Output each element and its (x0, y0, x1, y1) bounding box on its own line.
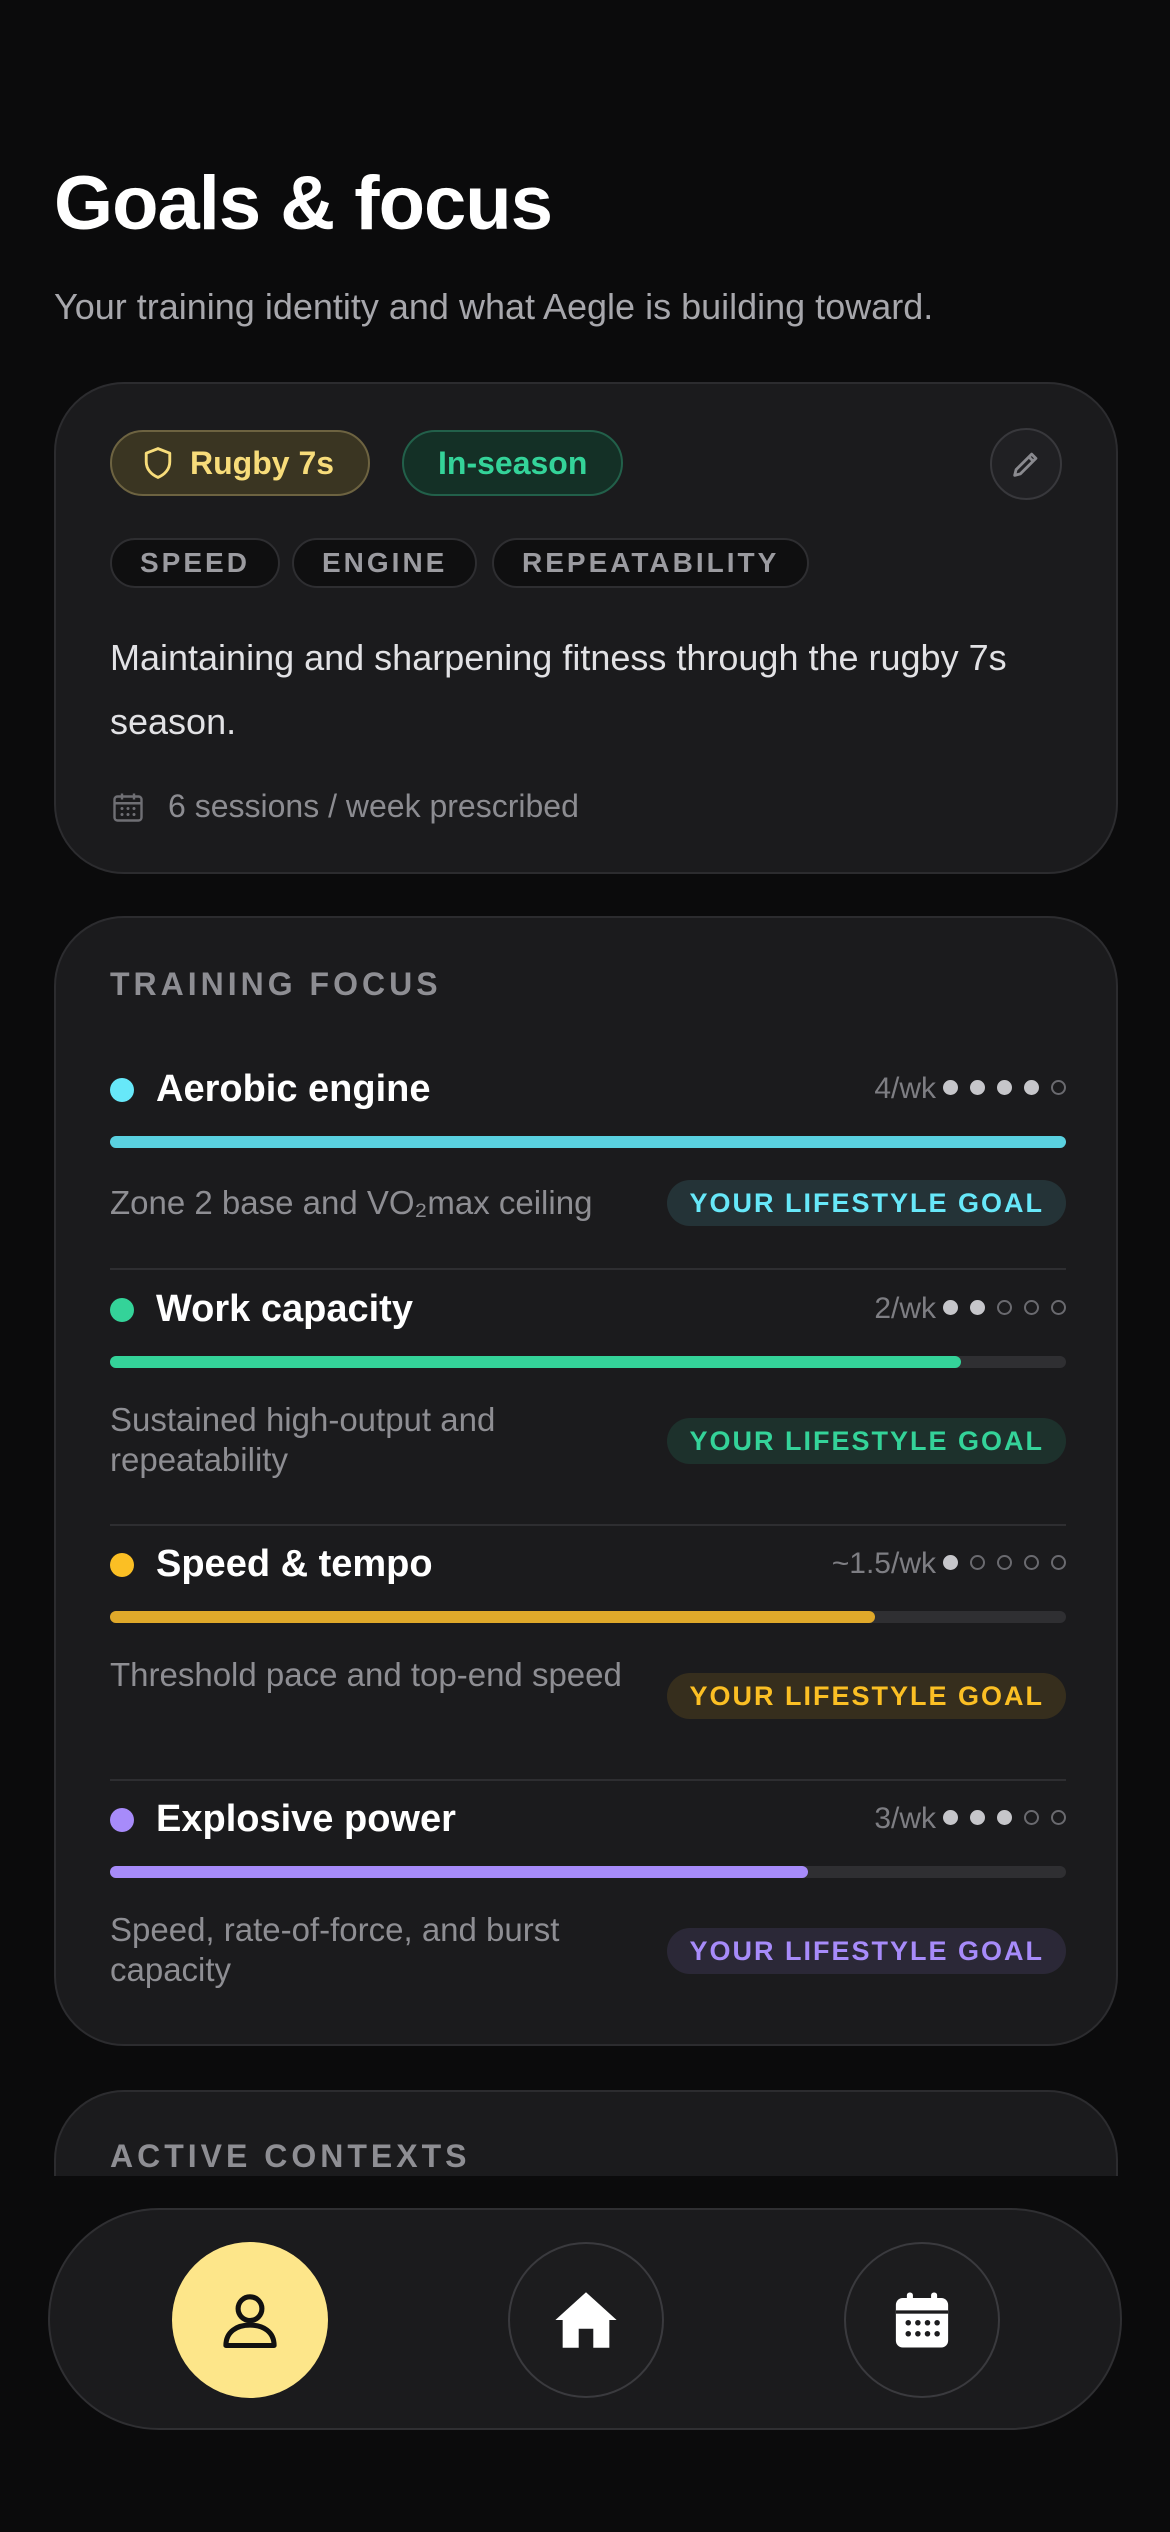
home-icon (555, 2292, 617, 2348)
focus-frequency: 4/wk (874, 1072, 936, 1105)
frequency-pip (1024, 1080, 1039, 1095)
frequency-pip (997, 1555, 1012, 1570)
identity-description: Maintaining and sharpening fitness throu… (110, 637, 1007, 742)
page-title: Goals & focus (54, 161, 553, 246)
frequency-pip (970, 1080, 985, 1095)
status-dot (110, 1298, 134, 1322)
progress-fill (110, 1611, 875, 1623)
focus-name: Speed & tempo (156, 1543, 433, 1585)
frequency-pip (1024, 1810, 1039, 1825)
person-icon (223, 2294, 277, 2349)
status-dot (110, 1078, 134, 1102)
pencil-icon (1013, 452, 1038, 477)
page-subtitle: Your training identity and what Aegle is… (54, 286, 934, 327)
focus-item-explosive-power[interactable]: Explosive power 3/wk Speed, rate-of-forc… (110, 1798, 1066, 1998)
focus-description: Zone 2 base and VO₂max ceiling (110, 1184, 593, 1221)
focus-name: Work capacity (156, 1288, 413, 1330)
focus-frequency: ~1.5/wk (831, 1547, 936, 1580)
focus-description: Threshold pace and top-end speed (110, 1656, 622, 1693)
frequency-pip (970, 1810, 985, 1825)
focus-item-speed-tempo[interactable]: Speed & tempo ~1.5/wk Threshold pace and… (110, 1543, 1066, 1781)
section-label: ACTIVE CONTEXTS (110, 2138, 471, 2174)
identity-card: Rugby 7s In-season SPEED ENGINE REPEATAB… (54, 382, 1118, 874)
lifestyle-goal-badge: YOUR LIFESTYLE GOAL (667, 1180, 1066, 1226)
frequency-pip (970, 1555, 985, 1570)
progress-fill (110, 1136, 1066, 1148)
progress-bar (110, 1136, 1066, 1148)
frequency-pip (1051, 1810, 1066, 1825)
lifestyle-goal-badge: YOUR LIFESTYLE GOAL (667, 1418, 1066, 1464)
lifestyle-goal-badge: YOUR LIFESTYLE GOAL (667, 1673, 1066, 1719)
sessions-text: 6 sessions / week prescribed (168, 788, 579, 824)
tag-speed: SPEED (110, 538, 280, 588)
focus-frequency: 3/wk (874, 1802, 936, 1835)
phase-label: In-season (438, 444, 588, 481)
frequency-pip (1051, 1080, 1066, 1095)
divider (110, 1268, 1066, 1270)
frequency-pips (931, 1080, 1066, 1095)
frequency-pips (931, 1555, 1066, 1570)
frequency-pip (943, 1810, 958, 1825)
focus-item-aerobic-engine[interactable]: Aerobic engine 4/wk Zone 2 base and VO₂m… (110, 1068, 1066, 1270)
frequency-pip (1024, 1555, 1039, 1570)
focus-description: Sustained high-output and repeatability (110, 1401, 496, 1478)
frequency-pip (1024, 1300, 1039, 1315)
training-focus-card: TRAINING FOCUS Aerobic engine 4/wk Zone … (54, 916, 1118, 2046)
frequency-pip (997, 1300, 1012, 1315)
progress-bar (110, 1611, 1066, 1623)
progress-bar (110, 1866, 1066, 1878)
bottom-nav (48, 2208, 1122, 2430)
frequency-pip (997, 1080, 1012, 1095)
nav-home-button[interactable] (508, 2242, 664, 2398)
progress-fill (110, 1866, 808, 1878)
tag-engine: ENGINE (292, 538, 478, 588)
calendar-icon (895, 2292, 949, 2348)
status-dot (110, 1808, 134, 1832)
frequency-pip (970, 1300, 985, 1315)
lifestyle-goal-badge: YOUR LIFESTYLE GOAL (667, 1928, 1066, 1974)
frequency-pip (997, 1810, 1012, 1825)
frequency-pip (943, 1300, 958, 1315)
frequency-pips (931, 1810, 1066, 1825)
divider (110, 1524, 1066, 1526)
sessions-row: 6 sessions / week prescribed (110, 788, 579, 825)
tag-repeatability: REPEATABILITY (492, 538, 810, 588)
calendar-icon (113, 793, 143, 822)
frequency-pips (931, 1300, 1066, 1315)
progress-bar (110, 1356, 1066, 1368)
sport-label: Rugby 7s (190, 444, 335, 481)
focus-item-work-capacity[interactable]: Work capacity 2/wk Sustained high-output… (110, 1288, 1066, 1526)
shield-icon (144, 447, 172, 479)
focus-frequency: 2/wk (874, 1292, 936, 1325)
focus-name: Explosive power (156, 1798, 456, 1840)
frequency-pip (943, 1555, 958, 1570)
nav-calendar-button[interactable] (844, 2242, 1000, 2398)
section-label: TRAINING FOCUS (110, 966, 442, 1002)
progress-fill (110, 1356, 961, 1368)
nav-profile-button[interactable] (172, 2242, 328, 2398)
divider (110, 1779, 1066, 1781)
edit-button[interactable] (990, 428, 1062, 500)
phase-chip[interactable]: In-season (402, 430, 624, 496)
frequency-pip (943, 1080, 958, 1095)
focus-name: Aerobic engine (156, 1068, 431, 1110)
status-dot (110, 1553, 134, 1577)
frequency-pip (1051, 1555, 1066, 1570)
sport-chip[interactable]: Rugby 7s (110, 430, 371, 496)
focus-description: Speed, rate-of-force, and burst capacity (110, 1911, 560, 1988)
frequency-pip (1051, 1300, 1066, 1315)
